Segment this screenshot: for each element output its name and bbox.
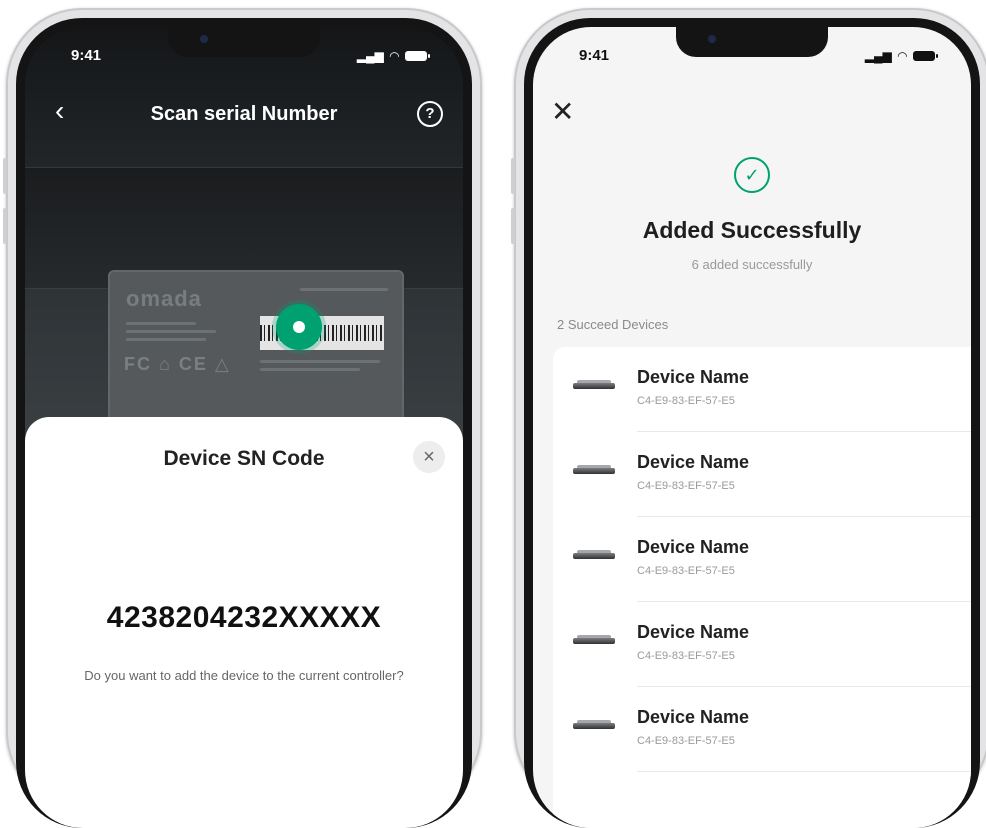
device-name: Device Name xyxy=(637,452,750,472)
device-list-item[interactable]: Device Name C4-E9-83-EF-57-E5 xyxy=(553,602,971,687)
device-name: Device Name xyxy=(637,707,750,727)
check-circle-icon: ✓ xyxy=(734,157,770,193)
close-icon[interactable]: ✕ xyxy=(551,95,574,128)
battery-icon xyxy=(405,51,430,61)
volume-button xyxy=(511,208,515,244)
label-text-line xyxy=(126,338,206,341)
device-mac: C4-E9-83-EF-57-E5 xyxy=(637,565,735,577)
sn-code-value: 4238204232XXXXX xyxy=(106,601,382,634)
device-name: Device Name xyxy=(637,367,750,387)
device-list-item[interactable]: Device Name C4-E9-83-EF-57-E5 xyxy=(553,517,971,602)
close-icon[interactable]: × xyxy=(413,441,445,473)
signal-icon: ▂▄▆ xyxy=(356,49,384,63)
right-phone: 9:41 ▂▄▆ ◠ ✕ ✓ Added Successfully 6 adde… xyxy=(511,8,986,828)
success-title: Added Successfully xyxy=(642,217,862,243)
switch-device-icon xyxy=(573,380,615,389)
volume-button xyxy=(3,208,7,244)
device-list: Device Name C4-E9-83-EF-57-E5 Device Nam… xyxy=(553,347,971,828)
add-device-question: Do you want to add the device to the cur… xyxy=(84,668,404,683)
phone-notch xyxy=(676,27,828,57)
certification-marks: FC ⌂ CE △ xyxy=(124,354,231,374)
device-brand: omada xyxy=(126,286,202,311)
device-mac: C4-E9-83-EF-57-E5 xyxy=(637,735,735,747)
volume-button xyxy=(3,158,7,194)
wifi-icon: ◠ xyxy=(389,49,399,63)
status-icons: ▂▄▆ ◠ xyxy=(864,49,938,63)
help-circle-icon[interactable]: ? xyxy=(417,101,443,127)
battery-icon xyxy=(913,51,938,61)
label-text-line xyxy=(260,368,360,371)
result-screen: 9:41 ▂▄▆ ◠ ✕ ✓ Added Successfully 6 adde… xyxy=(533,27,971,828)
camera-dot xyxy=(708,35,716,43)
label-text-line xyxy=(260,360,380,363)
wifi-icon: ◠ xyxy=(897,49,907,63)
scan-screen: 9:41 ▂▄▆ ◠ omada FC ⌂ CE △ ‹ Scan serial… xyxy=(25,27,463,828)
list-caption: 2 Succeed Devices xyxy=(557,317,669,332)
label-text-line xyxy=(126,322,196,325)
switch-device-icon xyxy=(573,465,615,474)
device-name: Device Name xyxy=(637,537,750,557)
status-icons: ▂▄▆ ◠ xyxy=(356,49,430,63)
success-subtitle: 6 added successfully xyxy=(691,257,813,272)
device-list-item[interactable]: Device Name C4-E9-83-EF-57-E5 xyxy=(553,347,971,432)
sheet-title: Device SN Code xyxy=(163,447,325,470)
device-list-item[interactable]: Device Name C4-E9-83-EF-57-E5 xyxy=(553,687,971,772)
camera-dot xyxy=(200,35,208,43)
phone-bezel: 9:41 ▂▄▆ ◠ omada FC ⌂ CE △ ‹ Scan serial… xyxy=(16,18,472,828)
switch-device-icon xyxy=(573,550,615,559)
signal-icon: ▂▄▆ xyxy=(864,49,892,63)
label-text-line xyxy=(300,288,388,291)
divider xyxy=(637,771,971,772)
status-time: 9:41 xyxy=(579,47,610,64)
device-name: Device Name xyxy=(637,622,750,642)
device-mac: C4-E9-83-EF-57-E5 xyxy=(637,650,735,662)
status-time: 9:41 xyxy=(71,47,102,64)
device-list-item[interactable]: Device Name C4-E9-83-EF-57-E5 xyxy=(553,432,971,517)
device-label: omada FC ⌂ CE △ xyxy=(108,270,404,424)
page-title: Scan serial Number xyxy=(150,103,338,125)
device-mac: C4-E9-83-EF-57-E5 xyxy=(637,480,735,492)
switch-device-icon xyxy=(573,635,615,644)
device-mac: C4-E9-83-EF-57-E5 xyxy=(637,395,735,407)
phone-bezel: 9:41 ▂▄▆ ◠ ✕ ✓ Added Successfully 6 adde… xyxy=(524,18,980,828)
scan-target-icon[interactable] xyxy=(276,304,322,350)
sn-code-sheet: Device SN Code × 4238204232XXXXX Do you … xyxy=(25,417,463,828)
phone-notch xyxy=(168,27,320,57)
volume-button xyxy=(511,158,515,194)
left-phone: 9:41 ▂▄▆ ◠ omada FC ⌂ CE △ ‹ Scan serial… xyxy=(3,8,482,828)
camera-viewfinder[interactable]: omada FC ⌂ CE △ xyxy=(25,27,463,447)
label-text-line xyxy=(126,330,216,333)
switch-device-icon xyxy=(573,720,615,729)
